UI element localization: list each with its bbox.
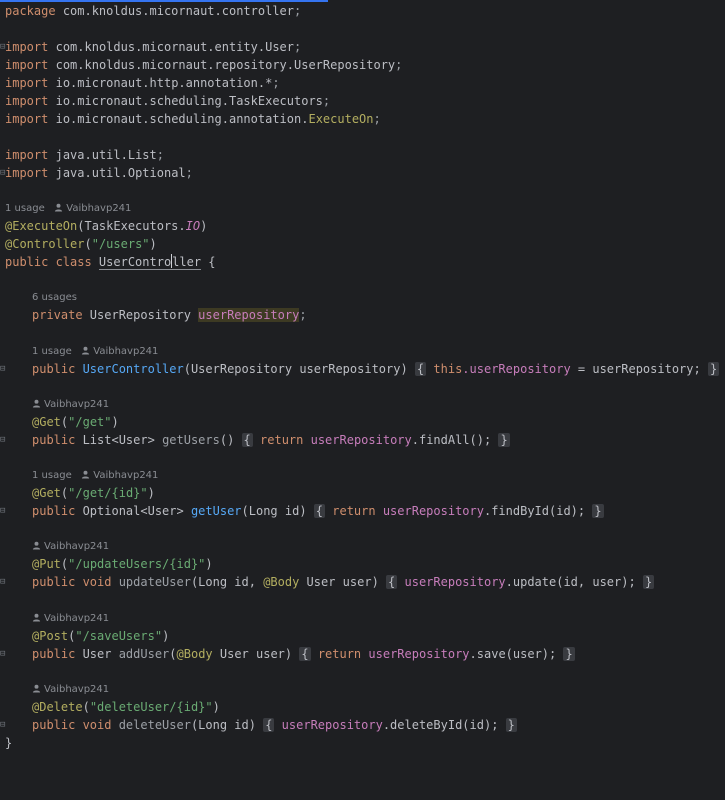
author-hint[interactable]: Vaibhavp241 xyxy=(44,541,109,552)
field-line: private UserRepository userRepository; xyxy=(32,308,307,322)
package-line: package com.knoldus.micornaut.controller… xyxy=(5,4,302,18)
code-vision-hint[interactable]: 1 usage Vaibhavp241 xyxy=(32,469,158,483)
code-vision-hint[interactable]: Vaibhavp241 xyxy=(32,540,109,554)
code-vision-hint[interactable]: Vaibhavp241 xyxy=(32,612,109,626)
code-vision-hint[interactable]: 1 usage Vaibhavp241 xyxy=(5,202,131,216)
user-icon xyxy=(82,346,90,355)
class-closing-brace: } xyxy=(5,736,13,750)
method-line: public Optional<User> getUser(Long id) {… xyxy=(32,504,604,518)
fold-marker-icon[interactable]: ⊟ xyxy=(0,573,6,591)
method-line: public void deleteUser(Long id) { userRe… xyxy=(32,718,517,732)
import-line: import java.util.List; xyxy=(5,148,164,162)
import-line: import io.micronaut.scheduling.annotatio… xyxy=(5,112,381,126)
annotation-line: @Get("/get/{id}") xyxy=(32,486,155,500)
constructor-line: public UserController(UserRepository use… xyxy=(32,362,720,376)
author-hint[interactable]: Vaibhavp241 xyxy=(93,346,158,357)
fold-marker-icon[interactable]: ⊟ xyxy=(0,716,6,734)
author-hint[interactable]: Vaibhavp241 xyxy=(44,613,109,624)
method-line: public User addUser(@Body User user) { r… xyxy=(32,647,575,661)
annotation-line: @Controller("/users") xyxy=(5,237,157,251)
user-icon xyxy=(32,541,41,550)
annotation-line: @Get("/get") xyxy=(32,415,119,429)
import-line: import java.util.Optional; xyxy=(5,166,193,180)
usages-hint[interactable]: 6 usages xyxy=(32,291,77,305)
usages-hint[interactable]: 1 usage xyxy=(5,203,45,214)
import-line: import io.micronaut.scheduling.TaskExecu… xyxy=(5,94,331,108)
code-vision-hint[interactable]: 1 usage Vaibhavp241 xyxy=(32,345,158,359)
author-hint[interactable]: Vaibhavp241 xyxy=(93,470,158,481)
method-line: public void updateUser(Long id, @Body Us… xyxy=(32,575,655,589)
class-declaration-line: public class UserController { xyxy=(5,254,216,270)
code-vision-hint[interactable]: Vaibhavp241 xyxy=(32,683,109,697)
fold-marker-icon[interactable]: ⊟ xyxy=(0,431,6,449)
annotation-line: @Delete("deleteUser/{id}") xyxy=(32,700,220,714)
code-vision-hint[interactable]: Vaibhavp241 xyxy=(32,398,109,412)
author-hint[interactable]: Vaibhavp241 xyxy=(66,203,131,214)
user-icon xyxy=(55,203,63,212)
fold-marker-icon[interactable]: ⊟ xyxy=(0,502,6,520)
user-icon xyxy=(32,684,41,693)
import-line: import io.micronaut.http.annotation.*; xyxy=(5,76,280,90)
fold-marker-icon[interactable]: ⊟ xyxy=(0,645,6,663)
fold-marker-icon[interactable]: ⊟ xyxy=(0,360,6,378)
user-icon xyxy=(32,399,41,408)
annotation-line: @Put("/updateUsers/{id}") xyxy=(32,557,213,571)
annotation-line: @Post("/saveUsers") xyxy=(32,629,170,643)
import-line: import com.knoldus.micornaut.entity.User… xyxy=(5,40,302,54)
usages-hint[interactable]: 1 usage xyxy=(32,470,72,481)
usages-hint[interactable]: 1 usage xyxy=(32,346,72,357)
annotation-line: @ExecuteOn(TaskExecutors.IO) xyxy=(5,219,208,233)
class-name: UserController xyxy=(98,254,202,270)
code-editor[interactable]: package com.knoldus.micornaut.controller… xyxy=(0,0,725,800)
author-hint[interactable]: Vaibhavp241 xyxy=(44,399,109,410)
method-line: public List<User> getUsers() { return us… xyxy=(32,433,510,447)
user-icon xyxy=(82,470,90,479)
import-line: import com.knoldus.micornaut.repository.… xyxy=(5,58,403,72)
author-hint[interactable]: Vaibhavp241 xyxy=(44,684,109,695)
user-icon xyxy=(32,613,41,622)
